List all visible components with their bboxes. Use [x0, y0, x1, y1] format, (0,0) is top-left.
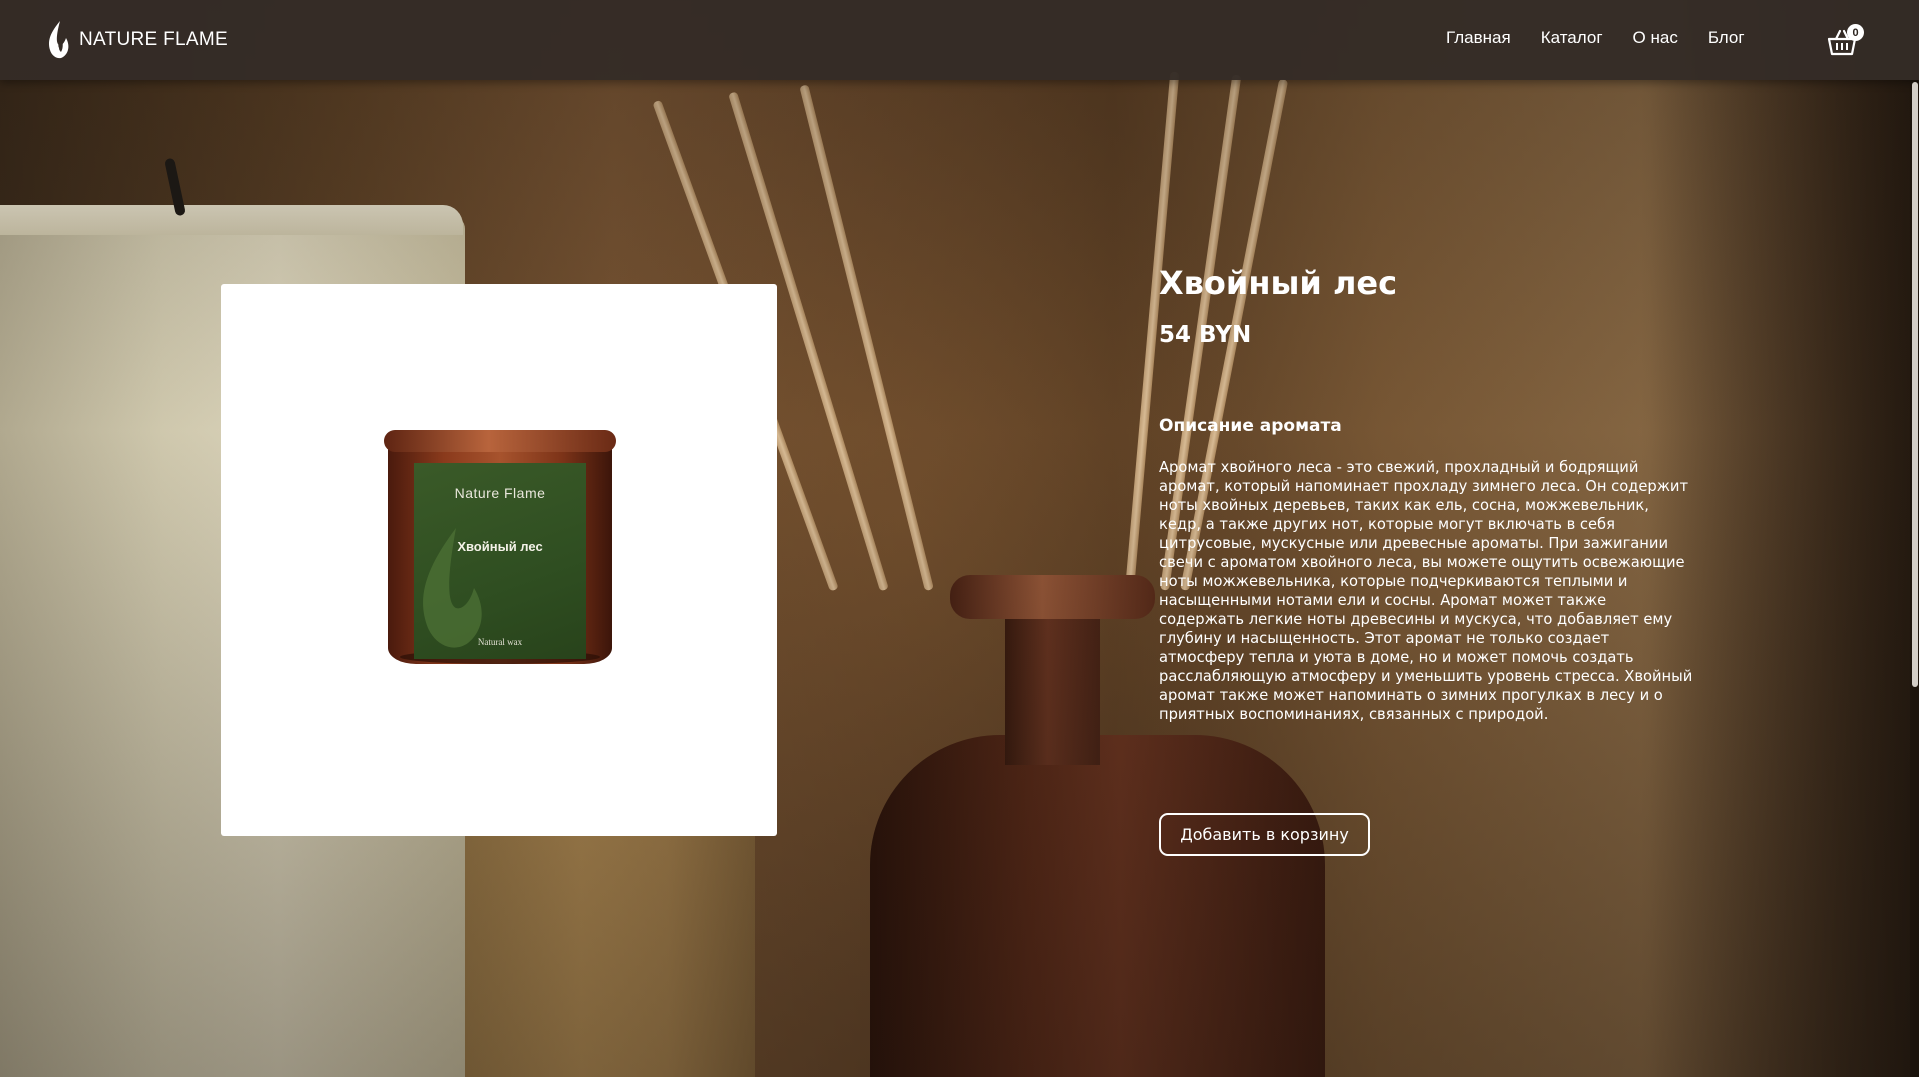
site-header: NATURE FLAME Главная Каталог О нас Блог …: [0, 0, 1919, 80]
product-price: 54 BYN: [1159, 322, 1252, 348]
nav-link-catalog[interactable]: Каталог: [1541, 28, 1603, 48]
product-description: Аромат хвойного леса - это свежий, прохл…: [1159, 459, 1693, 723]
label-brand: Nature Flame: [454, 485, 546, 501]
main-nav: Главная Каталог О нас Блог: [1446, 28, 1775, 48]
product-image: Nature Flame Хвойный лес Natural wax: [221, 284, 777, 836]
label-product-name: Хвойный лес: [457, 539, 543, 554]
cart-button[interactable]: 0: [1823, 22, 1864, 58]
product-info: Хвойный лес 54 BYN Описание аромата Аром…: [1159, 258, 1694, 724]
description-heading: Описание аромата: [1159, 416, 1342, 436]
candle-jar-image: Nature Flame Хвойный лес Natural wax: [380, 428, 620, 678]
flame-icon: [49, 21, 69, 59]
nav-link-about[interactable]: О нас: [1633, 28, 1678, 48]
nav-link-blog[interactable]: Блог: [1708, 28, 1745, 48]
scrollbar-thumb[interactable]: [1912, 82, 1918, 687]
logo-link[interactable]: NATURE FLAME: [47, 20, 228, 60]
jar-label: Nature Flame Хвойный лес Natural wax: [414, 463, 586, 659]
product-title: Хвойный лес: [1159, 264, 1398, 302]
nav-link-home[interactable]: Главная: [1446, 28, 1511, 48]
add-to-cart-button[interactable]: Добавить в корзину: [1159, 813, 1370, 856]
cart-count-badge: 0: [1847, 24, 1864, 41]
label-wax: Natural wax: [477, 637, 523, 647]
logo-text: NATURE FLAME: [79, 29, 228, 50]
jar-rim: [384, 430, 616, 452]
